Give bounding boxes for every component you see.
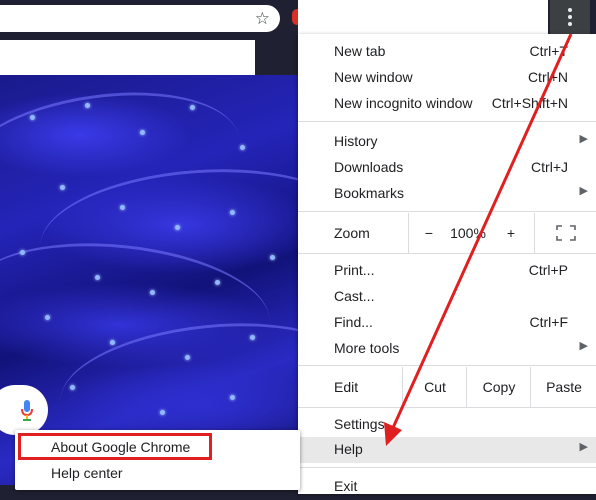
submenu-item-help-center[interactable]: Help center — [15, 461, 300, 487]
menu-label: New window — [334, 69, 413, 85]
chrome-menu-button[interactable] — [550, 0, 590, 34]
menu-label: Print... — [334, 262, 375, 278]
menu-item-settings[interactable]: Settings — [298, 412, 596, 438]
menu-label: Settings — [334, 416, 385, 432]
microphone-icon — [21, 400, 33, 421]
zoom-plus-label: + — [506, 225, 516, 241]
voice-search-button[interactable] — [0, 385, 48, 435]
copy-label: Copy — [482, 379, 516, 395]
menu-divider — [298, 467, 596, 468]
submenu-arrow-icon: ▶ — [579, 441, 588, 453]
menu-divider — [298, 121, 596, 122]
menu-item-cast[interactable]: Cast... — [298, 284, 596, 310]
chrome-main-menu: New tab Ctrl+T New window Ctrl+N New inc… — [298, 34, 596, 494]
zoom-in-button[interactable]: + — [488, 213, 534, 253]
fullscreen-button[interactable] — [534, 213, 596, 253]
cut-button[interactable]: Cut — [402, 367, 467, 407]
menu-divider — [298, 253, 596, 254]
menu-label: Exit — [334, 478, 358, 494]
fullscreen-icon — [556, 225, 576, 241]
menu-zoom-row: Zoom − 100% + — [298, 213, 596, 253]
menu-item-find[interactable]: Find... Ctrl+F — [298, 310, 596, 336]
menu-label: Cast... — [334, 288, 375, 304]
edit-label: Edit — [334, 379, 359, 395]
page-search-strip — [0, 40, 255, 75]
menu-label: New incognito window — [334, 95, 473, 111]
menu-item-exit[interactable]: Exit — [298, 474, 596, 500]
browser-toolbar: ☆ — [0, 0, 596, 38]
submenu-label: Help center — [51, 465, 123, 481]
menu-item-more-tools[interactable]: More tools ▶ — [298, 336, 596, 362]
menu-shortcut: Ctrl+Shift+N — [491, 95, 568, 111]
copy-button[interactable]: Copy — [466, 367, 531, 407]
submenu-arrow-icon: ▶ — [579, 340, 588, 352]
menu-shortcut: Ctrl+N — [527, 69, 568, 85]
zoom-level: 100% — [448, 213, 488, 253]
menu-item-history[interactable]: History ▶ — [298, 129, 596, 155]
page-dark-area — [255, 40, 298, 75]
menu-label: More tools — [334, 340, 400, 356]
highlight-box — [18, 433, 212, 460]
address-bar[interactable]: ☆ — [0, 5, 280, 32]
menu-divider — [298, 211, 596, 212]
menu-item-downloads[interactable]: Downloads Ctrl+J — [298, 155, 596, 181]
zoom-minus-label: − — [424, 225, 434, 241]
menu-shortcut: Ctrl+F — [529, 314, 569, 330]
menu-item-new-window[interactable]: New window Ctrl+N — [298, 65, 596, 91]
toolbar-blank-area — [298, 0, 548, 34]
menu-item-print[interactable]: Print... Ctrl+P — [298, 258, 596, 284]
menu-shortcut: Ctrl+J — [531, 159, 568, 175]
menu-divider — [298, 407, 596, 408]
menu-item-new-incognito[interactable]: New incognito window Ctrl+Shift+N — [298, 91, 596, 117]
paste-button[interactable]: Paste — [530, 367, 596, 407]
menu-item-bookmarks[interactable]: Bookmarks ▶ — [298, 181, 596, 207]
zoom-label: Zoom — [334, 225, 370, 241]
submenu-arrow-icon: ▶ — [579, 185, 588, 197]
menu-label: Help — [334, 441, 363, 457]
menu-item-new-tab[interactable]: New tab Ctrl+T — [298, 39, 596, 65]
background-wallpaper — [0, 75, 298, 485]
menu-divider — [298, 365, 596, 366]
zoom-out-button[interactable]: − — [408, 213, 449, 253]
paste-label: Paste — [546, 379, 582, 395]
bookmark-star-icon[interactable]: ☆ — [255, 8, 270, 29]
cut-label: Cut — [424, 379, 446, 395]
submenu-arrow-icon: ▶ — [579, 133, 588, 145]
menu-label: History — [334, 133, 378, 149]
menu-label: Find... — [334, 314, 373, 330]
three-dots-icon — [568, 8, 572, 26]
menu-label: Downloads — [334, 159, 404, 175]
menu-shortcut: Ctrl+P — [528, 262, 568, 278]
menu-shortcut: Ctrl+T — [529, 43, 569, 59]
menu-label: Bookmarks — [334, 185, 405, 201]
menu-edit-row: Edit Cut Copy Paste — [298, 367, 596, 407]
zoom-level-value: 100% — [450, 225, 486, 241]
menu-item-help[interactable]: Help ▶ — [298, 437, 596, 463]
menu-label: New tab — [334, 43, 386, 59]
